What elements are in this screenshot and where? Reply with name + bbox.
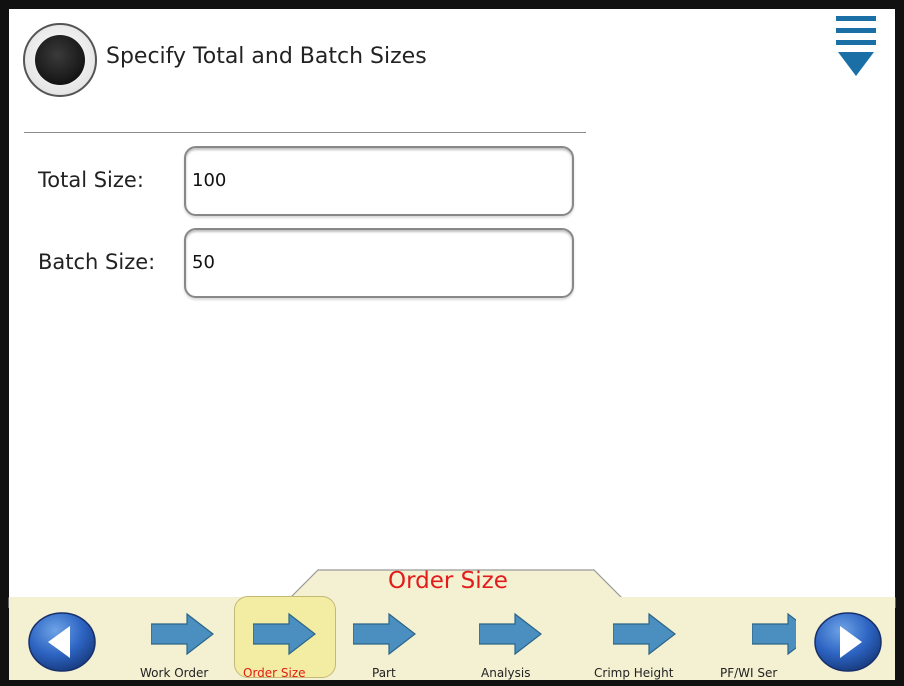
step-arrow-icon <box>479 612 542 656</box>
section-title: Order Size <box>388 568 508 594</box>
step-pf-wi-ser[interactable] <box>752 604 796 656</box>
back-button[interactable] <box>28 612 96 672</box>
step-label-order-size: Order Size <box>243 666 306 680</box>
forward-arrow-icon <box>814 612 882 672</box>
step-work-order[interactable] <box>150 604 216 656</box>
step-arrow-icon <box>151 612 214 656</box>
page-title: Specify Total and Batch Sizes <box>106 44 427 69</box>
total-size-label: Total Size: <box>38 168 144 192</box>
step-analysis[interactable] <box>478 604 544 656</box>
step-label-pf-wi-ser: PF/WI Ser <box>720 666 778 680</box>
batch-size-label: Batch Size: <box>38 250 156 274</box>
status-indicator-core <box>35 35 85 85</box>
total-size-input[interactable]: 100 <box>184 146 574 216</box>
step-part[interactable] <box>352 604 418 656</box>
step-arrow-icon <box>353 612 416 656</box>
step-label-analysis: Analysis <box>481 666 531 680</box>
batch-size-input[interactable]: 50 <box>184 228 574 298</box>
forward-button[interactable] <box>814 612 882 672</box>
step-label-part: Part <box>372 666 396 680</box>
step-label-work-order: Work Order <box>140 666 209 680</box>
step-arrow-icon <box>253 612 316 656</box>
menu-icon[interactable] <box>836 14 884 80</box>
header-divider <box>24 132 586 133</box>
step-order-size[interactable] <box>252 604 318 656</box>
step-arrow-icon <box>752 612 796 656</box>
step-arrow-icon <box>613 612 676 656</box>
step-crimp-height[interactable] <box>612 604 678 656</box>
status-indicator-icon <box>23 23 97 97</box>
step-label-crimp-height: Crimp Height <box>594 666 674 680</box>
back-arrow-icon <box>28 612 96 672</box>
